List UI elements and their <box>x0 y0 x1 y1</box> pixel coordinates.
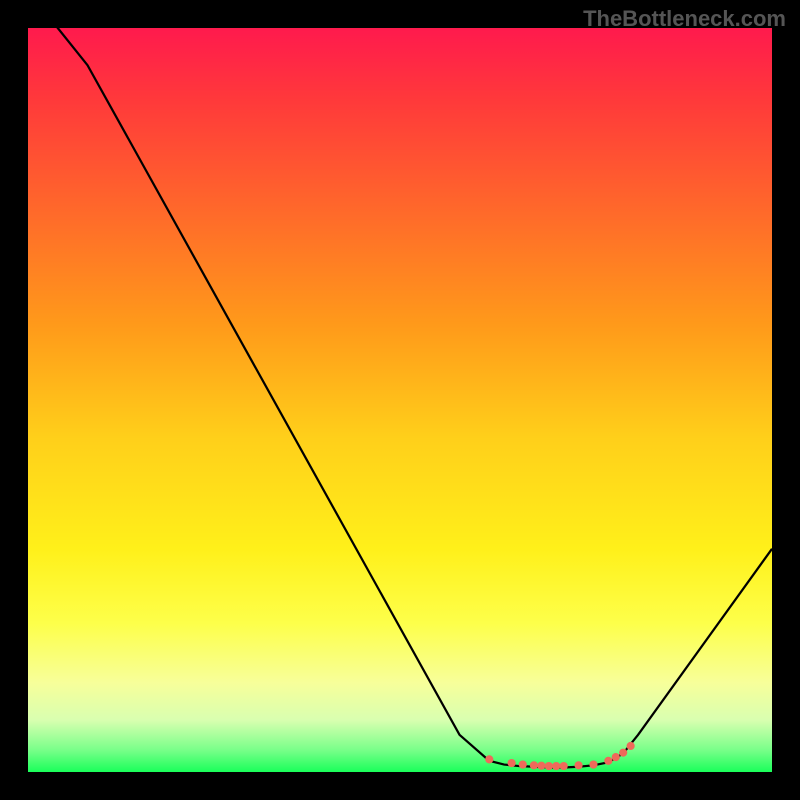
marker-dot <box>519 760 527 768</box>
marker-dot <box>612 753 620 761</box>
marker-dot <box>589 760 597 768</box>
marker-dot <box>545 762 553 770</box>
marker-dot <box>627 742 635 750</box>
marker-dot <box>552 762 560 770</box>
marker-dot <box>530 761 538 769</box>
chart-container: TheBottleneck.com <box>0 0 800 800</box>
bottleneck-curve <box>28 28 772 768</box>
marker-dot <box>508 759 516 767</box>
marker-dot <box>560 762 568 770</box>
curve-svg <box>28 28 772 772</box>
marker-dot <box>537 762 545 770</box>
watermark-text: TheBottleneck.com <box>583 6 786 32</box>
plot-area <box>28 28 772 772</box>
marker-dot <box>619 749 627 757</box>
marker-dot <box>604 757 612 765</box>
marker-dot <box>485 755 493 763</box>
marker-dot <box>574 761 582 769</box>
